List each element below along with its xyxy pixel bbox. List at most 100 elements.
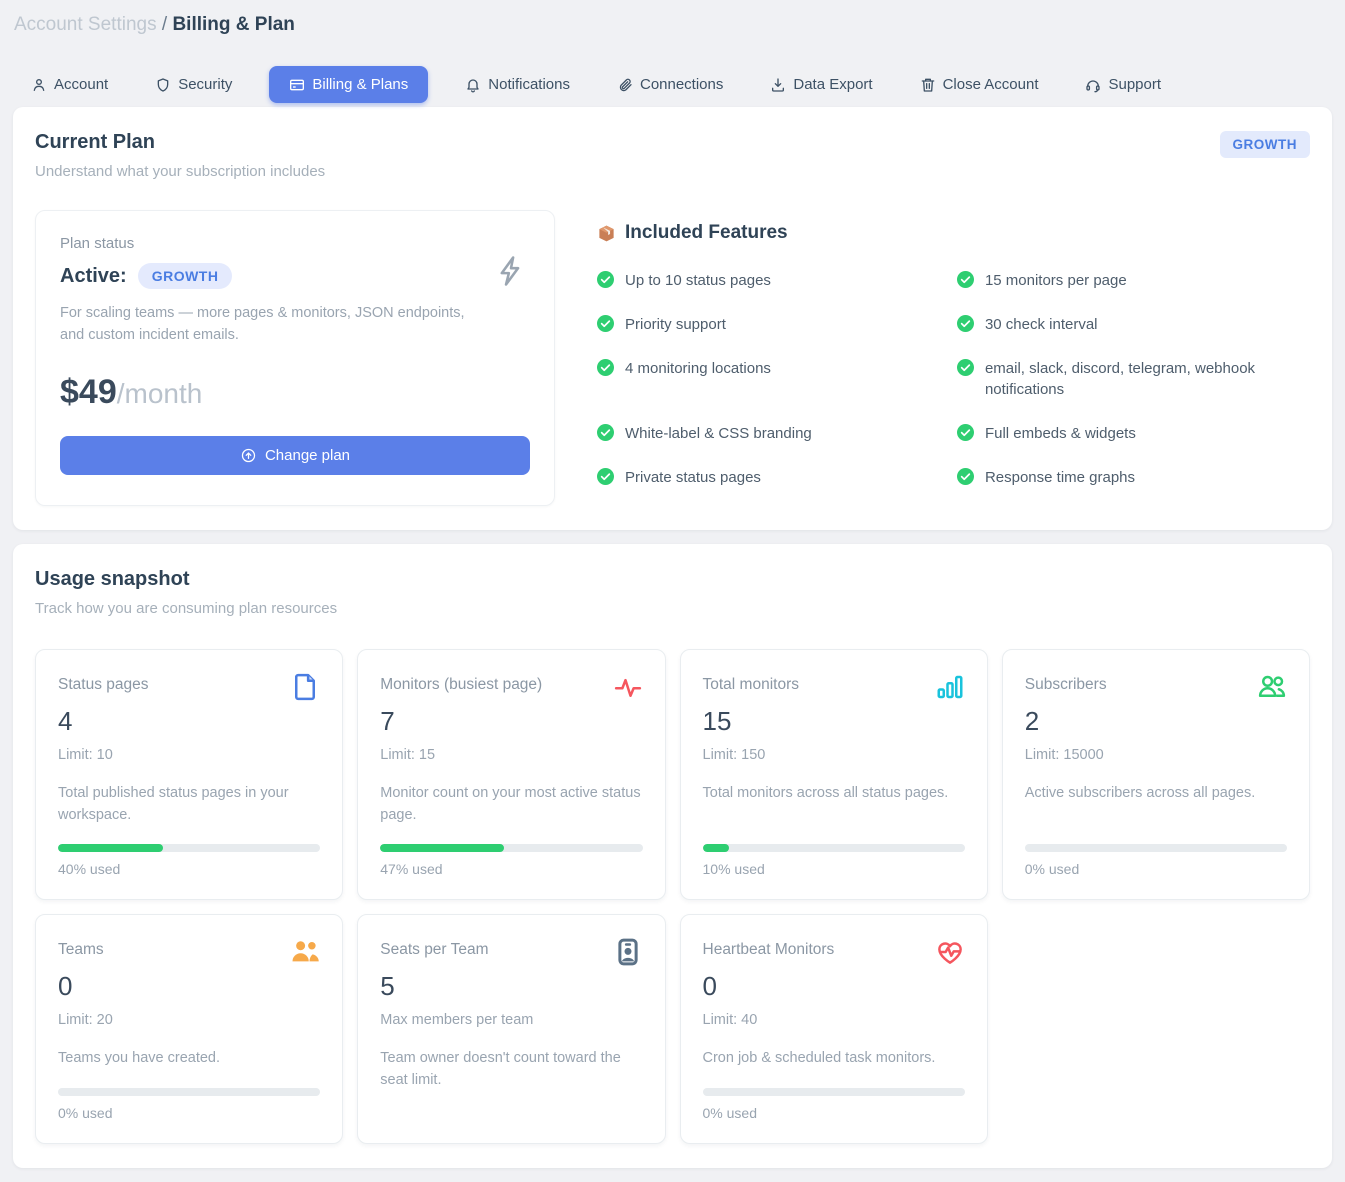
lightning-icon bbox=[494, 251, 528, 291]
tab-support[interactable]: Support bbox=[1085, 76, 1161, 93]
usage-card-value: 15 bbox=[703, 706, 965, 737]
bar-chart-icon bbox=[935, 672, 965, 702]
plan-status-value: Active: bbox=[60, 265, 127, 288]
usage-card-teams: Teams 0 Limit: 20 Teams you have created… bbox=[35, 914, 343, 1144]
plan-badge: GROWTH bbox=[1220, 131, 1311, 158]
download-icon bbox=[770, 77, 786, 93]
breadcrumb: Account Settings / Billing & Plan bbox=[13, 12, 1332, 36]
usage-card-value: 4 bbox=[58, 706, 320, 737]
feature-item: 4 monitoring locations bbox=[597, 358, 927, 402]
percent-used-label: 0% used bbox=[703, 1105, 965, 1121]
usage-card-limit: Limit: 15000 bbox=[1025, 747, 1287, 763]
usage-card-limit: Limit: 10 bbox=[58, 747, 320, 763]
feature-item: Priority support bbox=[597, 314, 927, 336]
current-plan-panel: Current Plan Understand what your subscr… bbox=[13, 107, 1332, 530]
usage-progress: 10% used bbox=[703, 826, 965, 877]
feature-label: Full embeds & widgets bbox=[985, 423, 1136, 445]
activity-icon bbox=[613, 672, 643, 702]
progress-fill bbox=[703, 844, 729, 852]
usage-progress: 0% used bbox=[58, 1070, 320, 1121]
check-circle-icon bbox=[597, 424, 614, 441]
tab-connections[interactable]: Connections bbox=[617, 76, 723, 93]
feature-item: White-label & CSS branding bbox=[597, 423, 927, 445]
change-plan-button[interactable]: Change plan bbox=[60, 436, 530, 475]
current-plan-title: Current Plan bbox=[35, 131, 325, 154]
usage-card-title: Total monitors bbox=[703, 672, 799, 694]
usage-card-limit: Limit: 20 bbox=[58, 1012, 320, 1028]
usage-title: Usage snapshot bbox=[35, 568, 337, 591]
check-circle-icon bbox=[957, 424, 974, 441]
usage-card-status-pages: Status pages 4 Limit: 10 Total published… bbox=[35, 649, 343, 901]
usage-grid: Status pages 4 Limit: 10 Total published… bbox=[35, 649, 1310, 1144]
change-plan-label: Change plan bbox=[265, 447, 350, 464]
file-icon bbox=[290, 672, 320, 702]
check-circle-icon bbox=[597, 468, 614, 485]
progress-track bbox=[380, 844, 642, 852]
usage-card-description: Cron job & scheduled task monitors. bbox=[703, 1048, 965, 1070]
feature-item: 15 monitors per page bbox=[957, 270, 1310, 292]
tab-billing-plans[interactable]: Billing & Plans bbox=[269, 66, 428, 103]
shield-icon bbox=[155, 77, 171, 93]
usage-card-description: Team owner doesn't count toward the seat… bbox=[380, 1048, 642, 1092]
check-circle-icon bbox=[597, 271, 614, 288]
usage-card-monitors-busiest: Monitors (busiest page) 7 Limit: 15 Moni… bbox=[357, 649, 665, 901]
tab-label: Notifications bbox=[488, 76, 570, 93]
progress-track bbox=[703, 1088, 965, 1096]
tab-account[interactable]: Account bbox=[31, 76, 108, 93]
package-icon bbox=[597, 224, 616, 243]
feature-label: 15 monitors per page bbox=[985, 270, 1127, 292]
included-features: Included Features Up to 10 status pages … bbox=[597, 210, 1310, 489]
feature-label: Priority support bbox=[625, 314, 726, 336]
usage-subtitle: Track how you are consuming plan resourc… bbox=[35, 600, 337, 617]
percent-used-label: 47% used bbox=[380, 861, 642, 877]
people-outline-icon bbox=[1257, 672, 1287, 702]
person-icon bbox=[31, 77, 47, 93]
usage-card-title: Status pages bbox=[58, 672, 148, 694]
trash-icon bbox=[920, 77, 936, 93]
check-circle-icon bbox=[957, 271, 974, 288]
bell-icon bbox=[465, 77, 481, 93]
feature-label: Private status pages bbox=[625, 467, 761, 489]
credit-card-icon bbox=[289, 77, 305, 93]
progress-track bbox=[1025, 844, 1287, 852]
usage-card-description: Teams you have created. bbox=[58, 1048, 320, 1070]
usage-card-value: 7 bbox=[380, 706, 642, 737]
progress-track bbox=[58, 844, 320, 852]
usage-card-title: Heartbeat Monitors bbox=[703, 937, 835, 959]
tab-label: Connections bbox=[640, 76, 723, 93]
tab-notifications[interactable]: Notifications bbox=[465, 76, 570, 93]
feature-item: Up to 10 status pages bbox=[597, 270, 927, 292]
feature-item: Private status pages bbox=[597, 467, 927, 489]
tab-label: Security bbox=[178, 76, 232, 93]
breadcrumb-section[interactable]: Account Settings bbox=[14, 14, 157, 35]
badge-icon bbox=[613, 937, 643, 967]
headset-icon bbox=[1085, 77, 1101, 93]
usage-card-subscribers: Subscribers 2 Limit: 15000 Active subscr… bbox=[1002, 649, 1310, 901]
tab-label: Data Export bbox=[793, 76, 872, 93]
billing-page: Account Settings / Billing & Plan Accoun… bbox=[0, 0, 1345, 1182]
usage-card-title: Teams bbox=[58, 937, 104, 959]
usage-card-description: Total monitors across all status pages. bbox=[703, 783, 965, 805]
usage-card-value: 0 bbox=[58, 971, 320, 1002]
plan-description: For scaling teams — more pages & monitor… bbox=[60, 302, 480, 347]
feature-item: 30 check interval bbox=[957, 314, 1310, 336]
usage-card-limit: Limit: 40 bbox=[703, 1012, 965, 1028]
settings-tabs: Account Security Billing & Plans Notific… bbox=[31, 76, 1332, 93]
usage-progress: 0% used bbox=[1025, 826, 1287, 877]
check-circle-icon bbox=[957, 468, 974, 485]
usage-card-limit: Max members per team bbox=[380, 1012, 642, 1028]
usage-card-description: Total published status pages in your wor… bbox=[58, 783, 320, 827]
plan-price: $49 bbox=[60, 373, 117, 412]
usage-progress: 47% used bbox=[380, 826, 642, 877]
tab-data-export[interactable]: Data Export bbox=[770, 76, 872, 93]
plan-status-label: Plan status bbox=[60, 235, 530, 252]
usage-progress: 40% used bbox=[58, 826, 320, 877]
tab-security[interactable]: Security bbox=[155, 76, 232, 93]
usage-card-heartbeat-monitors: Heartbeat Monitors 0 Limit: 40 Cron job … bbox=[680, 914, 988, 1144]
tab-close-account[interactable]: Close Account bbox=[920, 76, 1039, 93]
usage-card-title: Monitors (busiest page) bbox=[380, 672, 542, 694]
feature-label: Up to 10 status pages bbox=[625, 270, 771, 292]
usage-card-value: 0 bbox=[703, 971, 965, 1002]
usage-card-value: 2 bbox=[1025, 706, 1287, 737]
feature-label: 4 monitoring locations bbox=[625, 358, 771, 380]
